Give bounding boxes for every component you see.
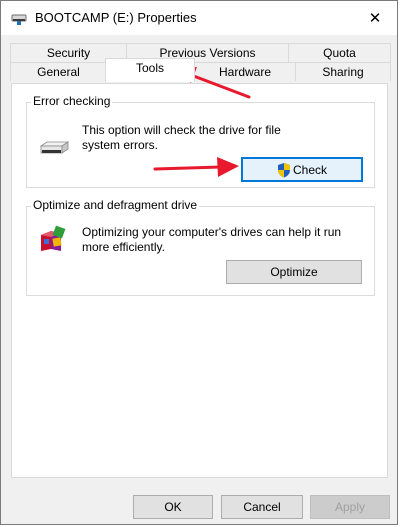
ok-button[interactable]: OK bbox=[133, 495, 213, 519]
optimize-button[interactable]: Optimize bbox=[226, 260, 362, 284]
tab-label: General bbox=[37, 65, 80, 79]
close-button[interactable]: ✕ bbox=[353, 1, 397, 35]
optimize-group: Optimize and defragment drive Optimizing… bbox=[26, 198, 375, 296]
check-button-label: Check bbox=[292, 162, 327, 177]
drive-icon bbox=[39, 141, 70, 160]
close-icon: ✕ bbox=[368, 10, 382, 27]
check-button[interactable]: Check bbox=[241, 157, 363, 182]
tab-quota[interactable]: Quota bbox=[288, 43, 391, 62]
dialog-footer: OK Cancel Apply bbox=[1, 491, 397, 526]
properties-dialog: BOOTCAMP (E:) Properties ✕ Security Prev… bbox=[0, 0, 398, 525]
tab-label: Tools bbox=[135, 60, 164, 75]
cancel-button[interactable]: Cancel bbox=[221, 495, 303, 519]
title-bar: BOOTCAMP (E:) Properties ✕ bbox=[1, 1, 397, 35]
apply-button[interactable]: Apply bbox=[310, 495, 390, 519]
cancel-button-label: Cancel bbox=[243, 500, 281, 514]
error-checking-title: Error checking bbox=[31, 94, 113, 108]
optimize-desc-line1: Optimizing your computer's drives can he… bbox=[82, 225, 342, 239]
window-title: BOOTCAMP (E:) Properties bbox=[35, 10, 197, 25]
tab-general[interactable]: General bbox=[10, 62, 107, 81]
tab-label: Sharing bbox=[322, 65, 364, 79]
tab-label: Security bbox=[46, 46, 91, 60]
tools-panel: Error checking This option will check th… bbox=[11, 83, 388, 478]
defrag-icon bbox=[39, 225, 67, 258]
drive-title-icon bbox=[11, 10, 27, 26]
annotation-arrow-check bbox=[153, 157, 239, 177]
error-checking-desc-line2: system errors. bbox=[82, 138, 159, 152]
tab-sharing[interactable]: Sharing bbox=[295, 62, 391, 81]
tab-tools[interactable]: Tools bbox=[105, 58, 195, 82]
optimize-title: Optimize and defragment drive bbox=[31, 198, 200, 212]
tab-label: Quota bbox=[323, 46, 356, 60]
optimize-desc-line2: more efficiently. bbox=[82, 240, 165, 254]
uac-shield-icon bbox=[277, 162, 291, 178]
apply-button-label: Apply bbox=[334, 500, 366, 514]
optimize-button-label: Optimize bbox=[270, 265, 318, 279]
ok-button-label: OK bbox=[164, 500, 182, 514]
error-checking-desc-line1: This option will check the drive for fil… bbox=[82, 123, 281, 137]
